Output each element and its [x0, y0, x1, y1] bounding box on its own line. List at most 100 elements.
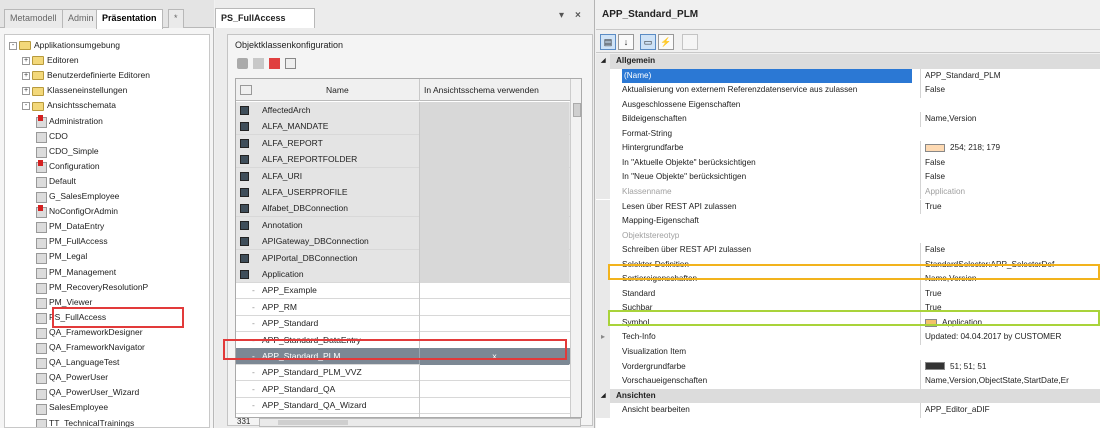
vertical-scrollbar[interactable]	[570, 79, 581, 417]
property-value[interactable]: 254; 218; 179	[920, 141, 1100, 156]
property-row[interactable]: In "Aktuelle Objekte" berücksichtigen Fal…	[596, 155, 1100, 171]
grid-row[interactable]: - APP_Standard	[236, 315, 581, 333]
grid-row[interactable]: - APP_Standard_QA_Wizard	[236, 397, 581, 415]
grid-row[interactable]: - APP_Example	[236, 282, 581, 300]
tree-node[interactable]: QA_FrameworkNavigator	[35, 341, 145, 355]
property-row[interactable]: Vordergrundfarbe 51; 51; 51	[596, 359, 1100, 375]
tab-ps-fullaccess[interactable]: PS_FullAccess	[215, 8, 315, 28]
property-row[interactable]: Klassenname Application	[596, 184, 1100, 200]
use-in-schema-cell[interactable]	[419, 216, 569, 234]
category-row[interactable]: ◢ Ansichten	[596, 388, 1100, 404]
tree-node[interactable]: NoConfigOrAdmin	[35, 205, 118, 219]
expand-icon[interactable]	[240, 253, 249, 263]
tree-node[interactable]: Default	[35, 175, 76, 189]
hscroll-thumb[interactable]	[278, 420, 348, 425]
tree-node[interactable]: SalesEmployee	[35, 401, 108, 415]
tree-node[interactable]: QA_LanguageTest	[35, 356, 119, 370]
property-row[interactable]: Standard True	[596, 286, 1100, 302]
tree-node[interactable]: PM_Legal	[35, 250, 87, 264]
delete-icon[interactable]	[269, 58, 280, 69]
property-value[interactable]: False	[920, 243, 1100, 258]
schema-tree[interactable]: - Applikationsumgebung + Editoren + Benutzerd…	[4, 34, 210, 428]
use-in-schema-cell[interactable]	[419, 282, 569, 300]
property-value[interactable]: Application	[920, 184, 1100, 200]
property-value[interactable]: APP_Editor_aDIF	[920, 403, 1100, 418]
property-value[interactable]: Name,Version	[920, 112, 1100, 127]
collapse-icon[interactable]: -	[22, 102, 30, 111]
property-value[interactable]: APP_Standard_PLM	[920, 68, 1100, 84]
expand-icon[interactable]	[240, 270, 249, 279]
tree-node[interactable]: TT_TechnicalTrainings	[35, 417, 134, 427]
horizontal-scrollbar[interactable]	[259, 418, 581, 427]
property-row[interactable]: In "Neue Objekte" berücksichtigen False	[596, 170, 1100, 185]
property-row[interactable]: Format-String	[596, 126, 1100, 142]
use-in-schema-cell[interactable]	[419, 249, 569, 267]
use-in-schema-cell[interactable]	[419, 315, 569, 333]
property-row[interactable]: ▸ Tech-Info Updated: 04.04.2017 by CUSTOME…	[596, 330, 1100, 345]
tree-node[interactable]: PM_DataEntry	[35, 220, 104, 234]
use-in-schema-cell[interactable]	[419, 200, 569, 218]
grid-row[interactable]: - APP_Standard_QA	[236, 380, 581, 398]
close-icon[interactable]: ×	[575, 10, 581, 21]
property-row[interactable]: Ausgeschlossene Eigenschaften	[596, 97, 1100, 113]
use-in-schema-cell[interactable]	[419, 167, 569, 185]
property-row[interactable]: (Name) APP_Standard_PLM	[596, 68, 1100, 84]
tree-node[interactable]: CDO_Simple	[35, 145, 99, 158]
tree-node[interactable]: PM_RecoveryResolutionP	[35, 281, 148, 294]
grid-row[interactable]: ALFA_URI	[236, 167, 581, 185]
grid-row[interactable]: APIGateway_DBConnection	[236, 233, 581, 251]
expand-icon[interactable]	[240, 138, 249, 148]
expand-icon[interactable]: +	[22, 87, 30, 96]
use-in-schema-cell[interactable]	[419, 184, 569, 201]
tab-more[interactable]: *	[168, 9, 184, 28]
property-value[interactable]: 51; 51; 51	[920, 359, 1100, 375]
property-value[interactable]: False	[920, 155, 1100, 171]
property-row[interactable]: Visualization Item	[596, 345, 1100, 360]
col-name[interactable]: Name	[326, 85, 349, 95]
grid-row[interactable]: AffectedArch	[236, 102, 581, 119]
events-icon[interactable]: ⚡	[658, 34, 674, 50]
tree-node[interactable]: + Benutzerdefinierte Editoren	[22, 69, 150, 82]
scroll-thumb[interactable]	[573, 103, 581, 117]
sort-alpha-icon[interactable]: ↓	[618, 34, 634, 50]
property-value[interactable]: Updated: 04.04.2017 by CUSTOMER	[920, 330, 1100, 345]
expand-icon[interactable]	[240, 220, 249, 230]
tree-node[interactable]: - Ansichtsschemata	[22, 99, 116, 112]
tab-metamodell[interactable]: Metamodell	[4, 9, 63, 28]
categorized-icon[interactable]: ▤	[600, 34, 616, 50]
expand-icon[interactable]	[240, 188, 249, 197]
tree-node[interactable]: + Klasseneinstellungen	[22, 84, 127, 97]
tab-admin[interactable]: Admin	[62, 9, 100, 28]
tree-node[interactable]: + Editoren	[22, 54, 79, 67]
property-row[interactable]: Aktualisierung von externem Referenzdate…	[596, 83, 1100, 98]
tree-node[interactable]: QA_PowerUser_Wizard	[35, 386, 139, 400]
grid-row[interactable]: ALFA_REPORTFOLDER	[236, 151, 581, 169]
property-row[interactable]: Schreiben über REST API zulassen False	[596, 243, 1100, 258]
pages-icon[interactable]	[682, 34, 698, 50]
property-value[interactable]: False	[920, 170, 1100, 185]
use-in-schema-cell[interactable]	[419, 364, 569, 382]
select-all-icon[interactable]	[240, 85, 252, 95]
use-in-schema-cell[interactable]	[419, 380, 569, 398]
tree-node[interactable]: Administration	[35, 114, 103, 128]
property-value[interactable]: True	[920, 199, 1100, 215]
grid-row[interactable]: Annotation	[236, 216, 581, 234]
properties-icon[interactable]	[285, 58, 296, 69]
tree-node[interactable]: PM_Management	[35, 266, 116, 279]
use-in-schema-cell[interactable]	[419, 102, 569, 119]
col-use-in-schema[interactable]: In Ansichtsschema verwenden	[419, 79, 569, 101]
tree-node[interactable]: Configuration	[35, 160, 100, 174]
tree-node[interactable]: PM_FullAccess	[35, 235, 108, 249]
property-value[interactable]: True	[920, 286, 1100, 302]
tree-node[interactable]: QA_PowerUser	[35, 371, 108, 385]
grid-row[interactable]: - APP_RM	[236, 298, 581, 316]
expand-icon[interactable]	[240, 171, 249, 181]
grid-row[interactable]: ALFA_USERPROFILE	[236, 184, 581, 201]
property-row[interactable]: Ansicht bearbeiten APP_Editor_aDIF	[596, 403, 1100, 418]
property-value[interactable]: False	[920, 83, 1100, 98]
use-in-schema-cell[interactable]	[419, 233, 569, 251]
property-row[interactable]: Objektstereotyp	[596, 228, 1100, 244]
expand-icon[interactable]	[240, 122, 249, 132]
tree-node[interactable]: - Applikationsumgebung	[9, 39, 120, 52]
use-in-schema-cell[interactable]	[419, 118, 569, 136]
